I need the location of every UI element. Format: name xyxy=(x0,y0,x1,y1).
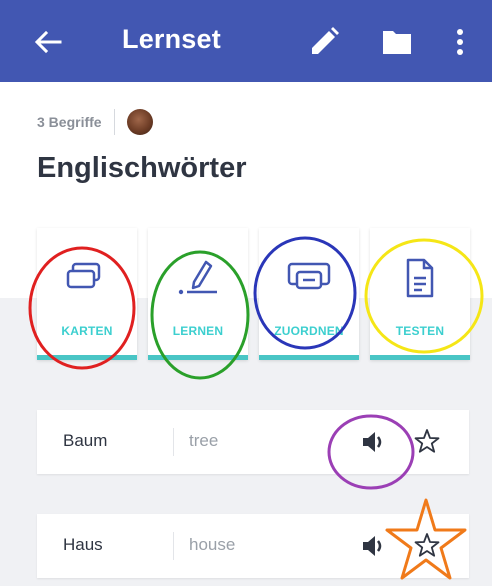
cards-icon xyxy=(65,256,109,300)
star-icon[interactable] xyxy=(414,532,440,558)
term-divider xyxy=(173,532,174,560)
page-title: Lernset xyxy=(122,24,221,54)
folder-icon[interactable] xyxy=(380,26,414,58)
back-arrow-icon[interactable] xyxy=(28,22,68,62)
term-row: Baum tree xyxy=(37,410,469,474)
mode-accent-bar xyxy=(148,355,248,360)
term-divider xyxy=(173,428,174,456)
term-definition: tree xyxy=(189,431,219,450)
mode-test-button[interactable]: TESTEN xyxy=(370,228,470,360)
term-row: Haus house xyxy=(37,514,469,578)
mode-label: KARTEN xyxy=(61,324,113,338)
mode-learn-button[interactable]: LERNEN xyxy=(148,228,248,360)
mode-cards-button[interactable]: KARTEN xyxy=(37,228,137,360)
mode-label: ZUORDNEN xyxy=(274,324,344,338)
study-modes: KARTEN LERNEN ZUORDNEN TESTEN xyxy=(37,228,470,360)
mode-accent-bar xyxy=(259,355,359,360)
mode-accent-bar xyxy=(370,355,470,360)
set-meta: 3 Begriffe xyxy=(37,108,153,136)
avatar[interactable] xyxy=(126,109,153,135)
speaker-icon[interactable] xyxy=(361,533,387,559)
set-title: Englischwörter xyxy=(37,152,247,184)
star-icon[interactable] xyxy=(414,428,440,454)
pencil-icon[interactable] xyxy=(306,24,342,60)
speaker-icon[interactable] xyxy=(361,429,387,455)
mode-label: LERNEN xyxy=(172,324,224,338)
term-definition: house xyxy=(189,535,236,554)
term-count: 3 Begriffe xyxy=(37,114,102,130)
learn-icon xyxy=(176,256,220,300)
test-icon xyxy=(398,256,442,300)
mode-match-button[interactable]: ZUORDNEN xyxy=(259,228,359,360)
more-vert-icon[interactable] xyxy=(450,22,470,62)
app-bar: Lernset xyxy=(0,0,492,82)
mode-label: TESTEN xyxy=(395,324,445,338)
match-icon xyxy=(287,256,331,300)
meta-divider xyxy=(113,109,115,135)
mode-accent-bar xyxy=(37,355,137,360)
term-word: Haus xyxy=(63,535,103,554)
term-word: Baum xyxy=(63,431,108,450)
